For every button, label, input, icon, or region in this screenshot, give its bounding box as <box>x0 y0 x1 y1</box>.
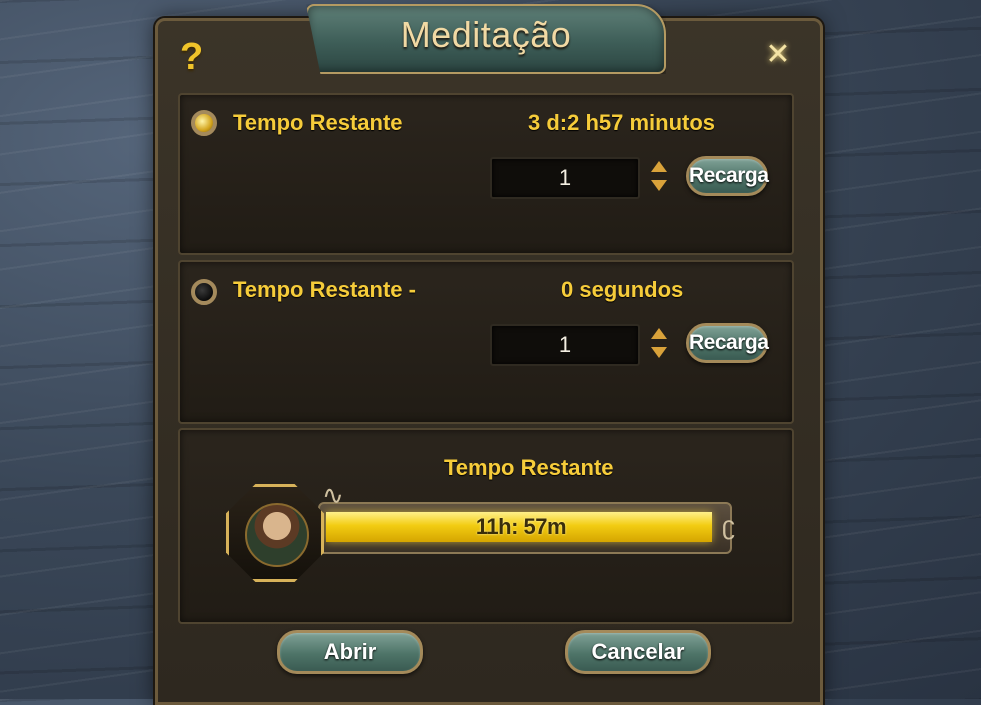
row-1-value: 3 d:2 h57 minutos <box>528 110 716 135</box>
row-2-value: 0 segundos <box>561 277 684 302</box>
dark-orb-icon <box>191 279 217 305</box>
spinner-up-icon[interactable] <box>651 328 667 339</box>
spinner-down-icon[interactable] <box>651 180 667 191</box>
help-icon[interactable]: ? <box>180 38 203 76</box>
ornament-left-curl-icon: ∿ <box>322 480 344 510</box>
row-2-label: Tempo Restante - <box>233 277 416 302</box>
character-face-icon <box>245 503 309 567</box>
row-1-recharge-button[interactable]: Recarga <box>686 156 769 196</box>
cancel-button[interactable]: Cancelar <box>565 630 711 674</box>
row-1-spinner-icon[interactable] <box>648 157 670 195</box>
progress-label: Tempo Restante <box>444 455 614 480</box>
spinner-down-icon[interactable] <box>651 347 667 358</box>
row-1-quantity-input[interactable]: 1 <box>490 157 640 199</box>
character-portrait <box>226 484 324 582</box>
row-2-recharge-button[interactable]: Recarga <box>686 323 769 363</box>
spinner-up-icon[interactable] <box>651 161 667 172</box>
row-2-quantity-input[interactable]: 1 <box>490 324 640 366</box>
close-icon[interactable]: ✕ <box>762 40 794 70</box>
open-button[interactable]: Abrir <box>277 630 423 674</box>
dialog-title: Meditação <box>400 14 572 55</box>
row-2-spinner-icon[interactable] <box>648 324 670 362</box>
row-1-label: Tempo Restante <box>233 110 403 135</box>
ornament-right-curl-icon: ʗ <box>722 510 735 540</box>
progress-time-text: 11h: 57m <box>475 514 567 539</box>
gold-orb-icon <box>191 110 217 136</box>
